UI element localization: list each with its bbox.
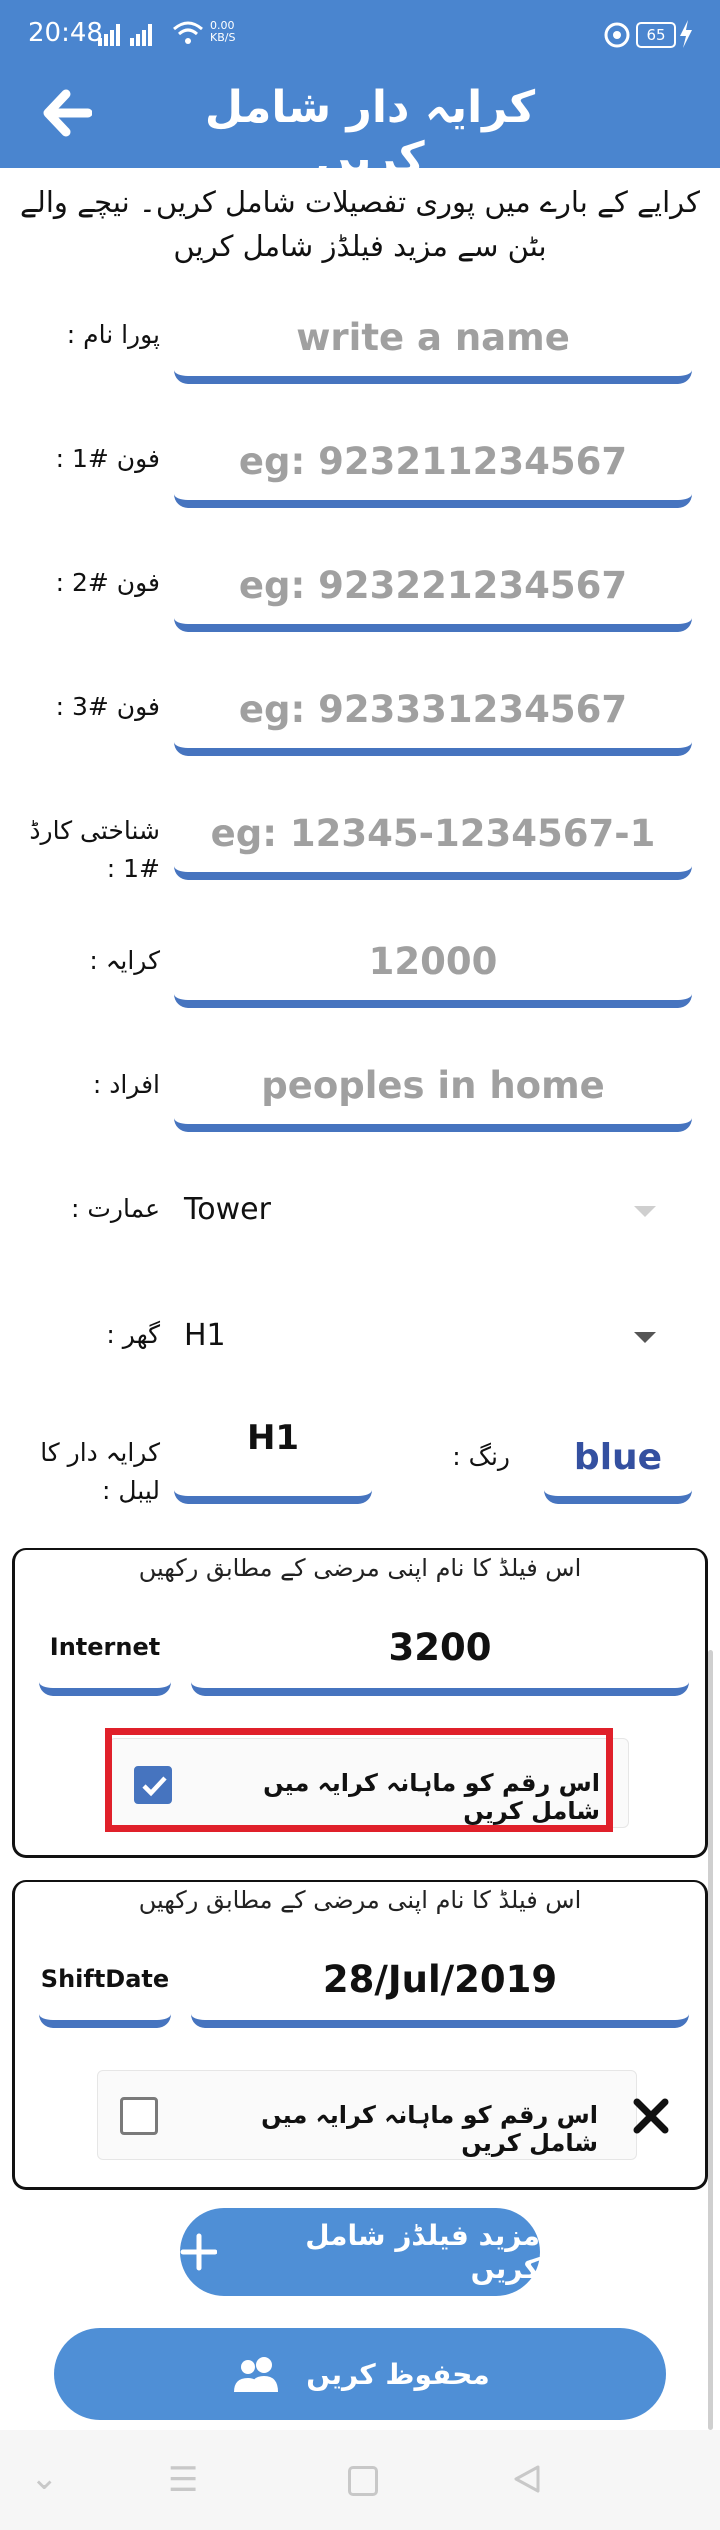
charging-icon xyxy=(680,20,692,48)
custom-field-value: 28/Jul/2019 xyxy=(322,1957,558,2001)
tenant-label-input[interactable]: H1 xyxy=(174,1410,372,1504)
phone3-input[interactable]: eg: 923331234567 xyxy=(174,670,692,756)
intro-text: کرایے کے بارے میں پوری تفصیلات شامل کریں… xyxy=(20,185,700,263)
cnic-placeholder: eg: 12345-1234567-1 xyxy=(210,811,656,855)
add-fields-button[interactable]: مزید فیلڈز شامل کریں xyxy=(180,2208,540,2296)
cnic-input[interactable]: eg: 12345-1234567-1 xyxy=(174,794,692,880)
full-name-placeholder: write a name xyxy=(296,315,570,359)
house-value: H1 xyxy=(184,1318,226,1353)
phone1-input[interactable]: eg: 923211234567 xyxy=(174,422,692,508)
persons-input[interactable]: peoples in home xyxy=(174,1046,692,1132)
custom-field-card: اس فیلڈ کا نام اپنی مرضی کے مطابق رکھیں … xyxy=(12,1548,708,1858)
wifi-icon xyxy=(173,21,203,44)
building-value: Tower xyxy=(184,1192,271,1227)
chevron-down-icon xyxy=(634,1206,656,1217)
include-in-rent-checkbox[interactable] xyxy=(120,2097,158,2135)
arrow-left-icon[interactable] xyxy=(40,88,92,138)
custom-field-name: ShiftDate xyxy=(40,1965,170,1993)
rent-label: کرایہ : xyxy=(89,946,160,975)
phone2-input[interactable]: eg: 923221234567 xyxy=(174,546,692,632)
persons-placeholder: peoples in home xyxy=(261,1063,605,1107)
persons-label: افراد : xyxy=(92,1070,160,1099)
scrollbar[interactable] xyxy=(708,1650,713,2430)
phone2-label: فون #2 : xyxy=(55,568,160,597)
phone1-label: فون #1 : xyxy=(55,444,160,473)
back-nav-icon[interactable] xyxy=(512,2464,542,2494)
notification-icon xyxy=(604,22,630,48)
custom-field-hint: اس فیلڈ کا نام اپنی مرضی کے مطابق رکھیں xyxy=(138,1886,582,1914)
rent-placeholder: 12000 xyxy=(368,939,498,983)
custom-field-hint: اس فیلڈ کا نام اپنی مرضی کے مطابق رکھیں xyxy=(138,1554,582,1582)
full-name-input[interactable]: write a name xyxy=(174,298,692,384)
custom-field-name: Internet xyxy=(49,1633,161,1661)
signal-icon xyxy=(98,24,152,46)
cnic-label: شناختی کارڈ #1 : xyxy=(29,816,160,883)
highlight-box xyxy=(105,1728,613,1832)
tenant-label-value: H1 xyxy=(246,1418,300,1458)
full-name-label: پورا نام : xyxy=(66,320,160,349)
network-speed: 0.00 KB/S xyxy=(210,19,236,44)
custom-field-card: اس فیلڈ کا نام اپنی مرضی کے مطابق رکھیں … xyxy=(12,1880,708,2190)
status-time: 20:48 xyxy=(28,18,103,48)
custom-field-value-input[interactable]: 3200 xyxy=(191,1606,689,1696)
battery-level: 65 xyxy=(646,26,666,44)
include-in-rent-row[interactable]: اس رقم کو ماہانہ کرایہ میں شامل کریں xyxy=(97,2070,637,2160)
color-label: رنگ : xyxy=(452,1442,510,1471)
include-in-rent-label: اس رقم کو ماہانہ کرایہ میں شامل کریں xyxy=(261,2101,598,2157)
color-value: blue xyxy=(573,1436,663,1478)
house-select[interactable]: H1 xyxy=(174,1306,674,1366)
custom-field-name-input[interactable]: Internet xyxy=(39,1606,171,1696)
chevron-down-icon[interactable]: ⌄ xyxy=(30,2458,59,2498)
add-fields-label: مزید فیلڈز شامل کریں xyxy=(305,2219,540,2285)
page-title: کرایہ دار شامل کریں xyxy=(204,82,536,184)
chevron-down-icon xyxy=(634,1332,656,1343)
custom-field-value: 3200 xyxy=(388,1625,492,1669)
save-button[interactable]: محفوظ کریں xyxy=(54,2328,666,2420)
phone3-placeholder: eg: 923331234567 xyxy=(238,687,628,731)
save-label: محفوظ کریں xyxy=(306,2357,490,2391)
custom-field-value-input[interactable]: 28/Jul/2019 xyxy=(191,1938,689,2028)
app-header: 20:48 0.00 KB/S 65 کرایہ دار شامل کریں xyxy=(0,0,720,184)
building-select[interactable]: Tower xyxy=(174,1180,674,1240)
custom-field-name-input[interactable]: ShiftDate xyxy=(39,1938,171,2028)
home-icon[interactable] xyxy=(348,2466,378,2496)
rent-input[interactable]: 12000 xyxy=(174,922,692,1008)
color-input[interactable]: blue xyxy=(544,1418,692,1504)
plus-icon xyxy=(180,2233,217,2271)
building-label: عمارت : xyxy=(71,1194,160,1223)
tenant-label-label: کرایہ دار کا لیبل : xyxy=(40,1438,160,1505)
phone1-placeholder: eg: 923211234567 xyxy=(238,439,628,483)
system-nav-bar: ⌄ ☰ xyxy=(0,2430,720,2530)
people-icon xyxy=(234,2357,279,2392)
house-label: گھر : xyxy=(106,1320,160,1349)
battery-icon: 65 xyxy=(636,22,676,48)
phone2-placeholder: eg: 923221234567 xyxy=(238,563,628,607)
recent-apps-icon[interactable]: ☰ xyxy=(168,2460,198,2500)
phone3-label: فون #3 : xyxy=(55,692,160,721)
close-x-icon[interactable] xyxy=(631,2096,671,2136)
